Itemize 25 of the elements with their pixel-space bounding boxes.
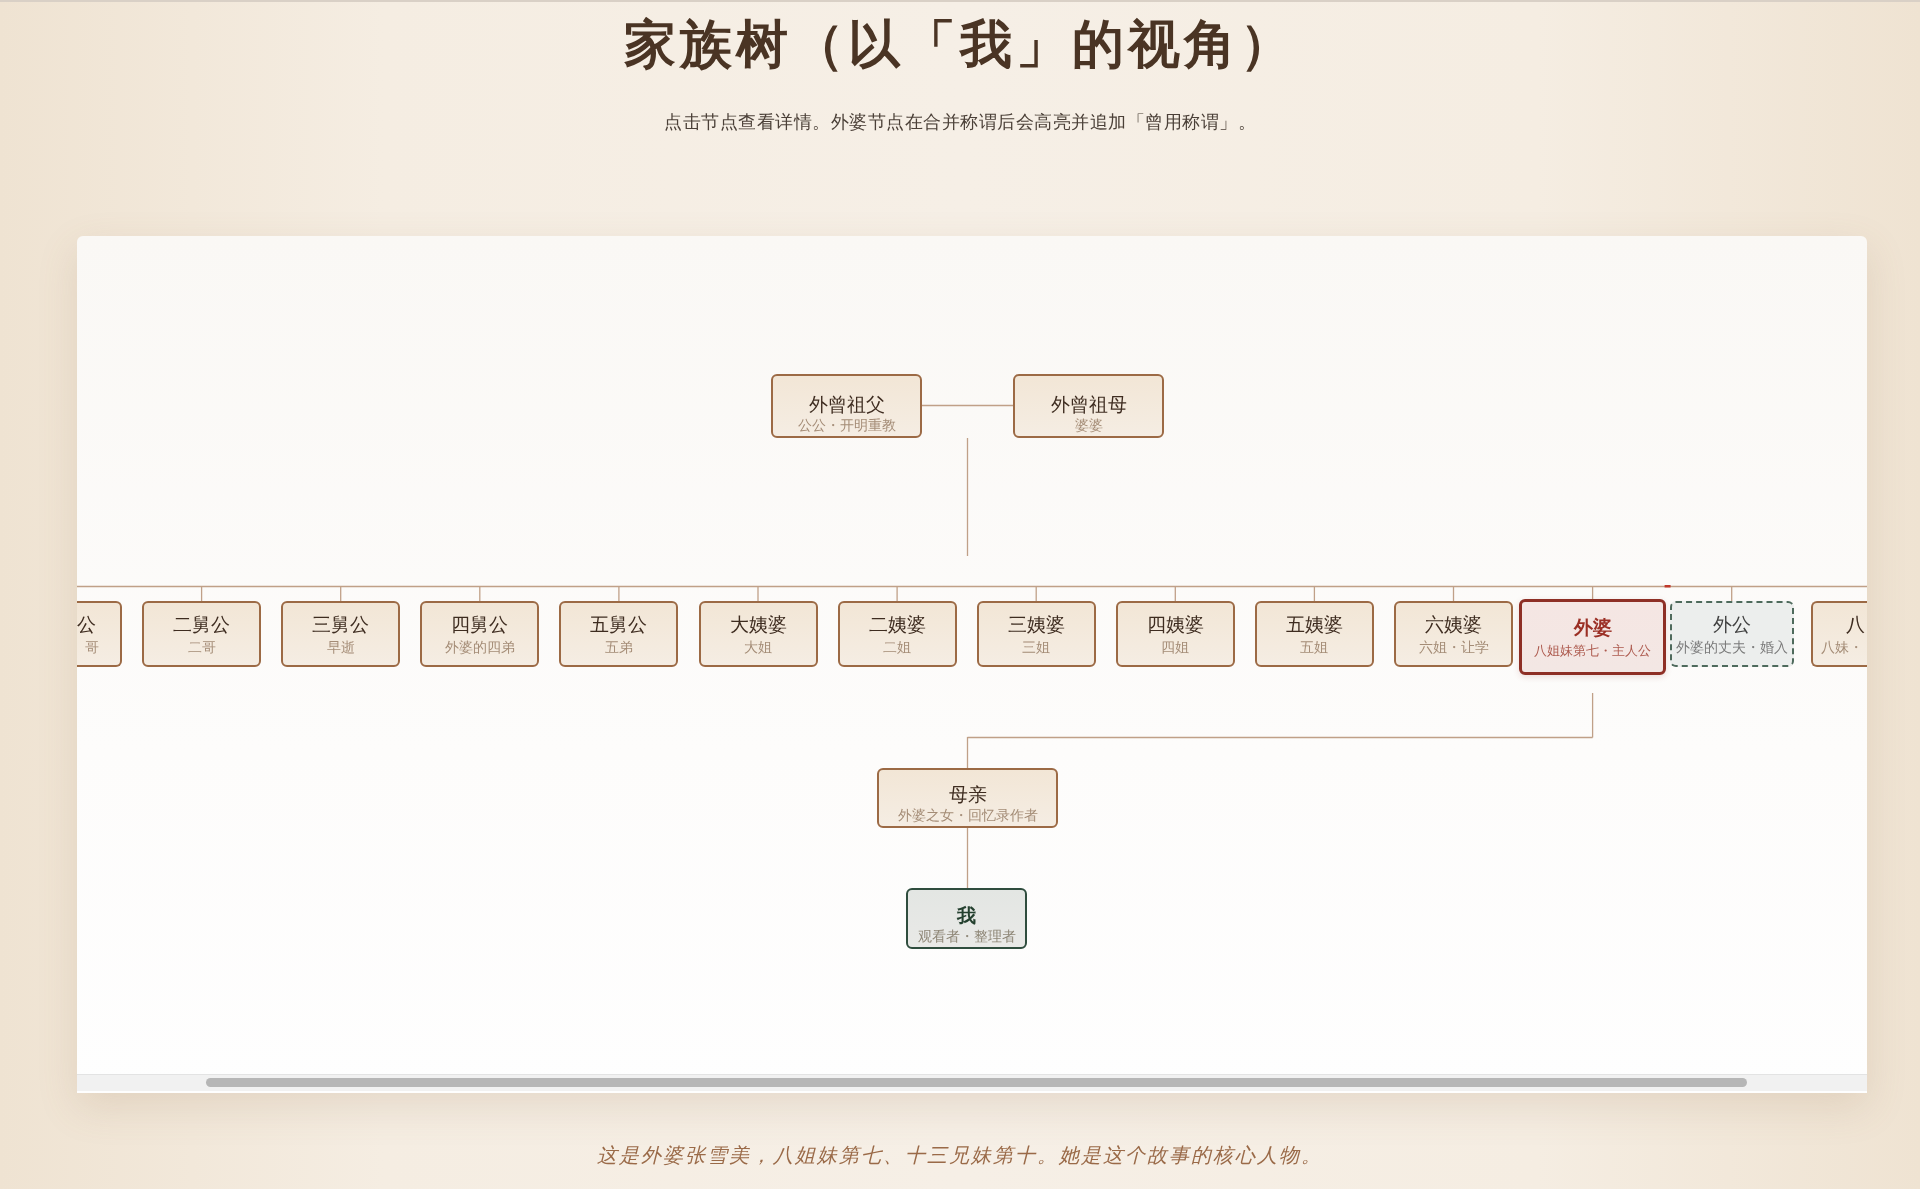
person-node[interactable]: 六姨婆 六姐・让学 xyxy=(1394,601,1513,667)
person-node[interactable]: 八 八妹・ xyxy=(1811,601,1867,667)
person-node[interactable]: 母亲 外婆之女・回忆录作者 xyxy=(877,768,1058,828)
person-node[interactable]: 四姨婆 四姐 xyxy=(1115,601,1235,667)
person-node[interactable]: 三姨婆 三姐 xyxy=(976,601,1096,667)
page-title: 家族树（以「我」的视角） xyxy=(624,12,1296,76)
node-caption: 这是外婆张雪美，八姐妹第七、十三兄妹第十。她是这个故事的核心人物。 xyxy=(597,1142,1323,1169)
person-node[interactable]: 二舅公 二哥 xyxy=(142,601,262,667)
person-node[interactable]: 外公 外婆的丈夫・婚入 xyxy=(1669,601,1794,667)
page-subtitle: 点击节点查看详情。外婆节点在合并称谓后会高亮并追加「曾用称谓」。 xyxy=(664,110,1256,134)
person-node[interactable]: 四舅公 外婆的四弟 xyxy=(420,601,540,667)
person-node[interactable]: 五姨婆 五姐 xyxy=(1254,601,1374,667)
connector-line xyxy=(966,827,969,889)
horizontal-scrollbar[interactable] xyxy=(77,1074,1867,1091)
highlight-segment xyxy=(1664,585,1671,588)
person-node[interactable]: 三舅公 早逝 xyxy=(281,601,401,667)
person-node[interactable]: 公 哥 xyxy=(77,601,122,667)
person-node[interactable]: 外曾祖父 公公・开明重教 xyxy=(771,374,922,438)
person-node[interactable]: 外婆 八姐妹第七・主人公 xyxy=(1519,599,1667,675)
self-node[interactable]: 我 观看者・整理者 xyxy=(906,888,1027,949)
person-node[interactable]: 外曾祖母 婆婆 xyxy=(1013,374,1164,438)
person-node[interactable]: 大姨婆 大姐 xyxy=(698,601,818,667)
person-node[interactable]: 五舅公 五弟 xyxy=(559,601,679,667)
person-node[interactable]: 二姨婆 二姐 xyxy=(837,601,957,667)
scrollbar-thumb[interactable] xyxy=(206,1078,1747,1087)
